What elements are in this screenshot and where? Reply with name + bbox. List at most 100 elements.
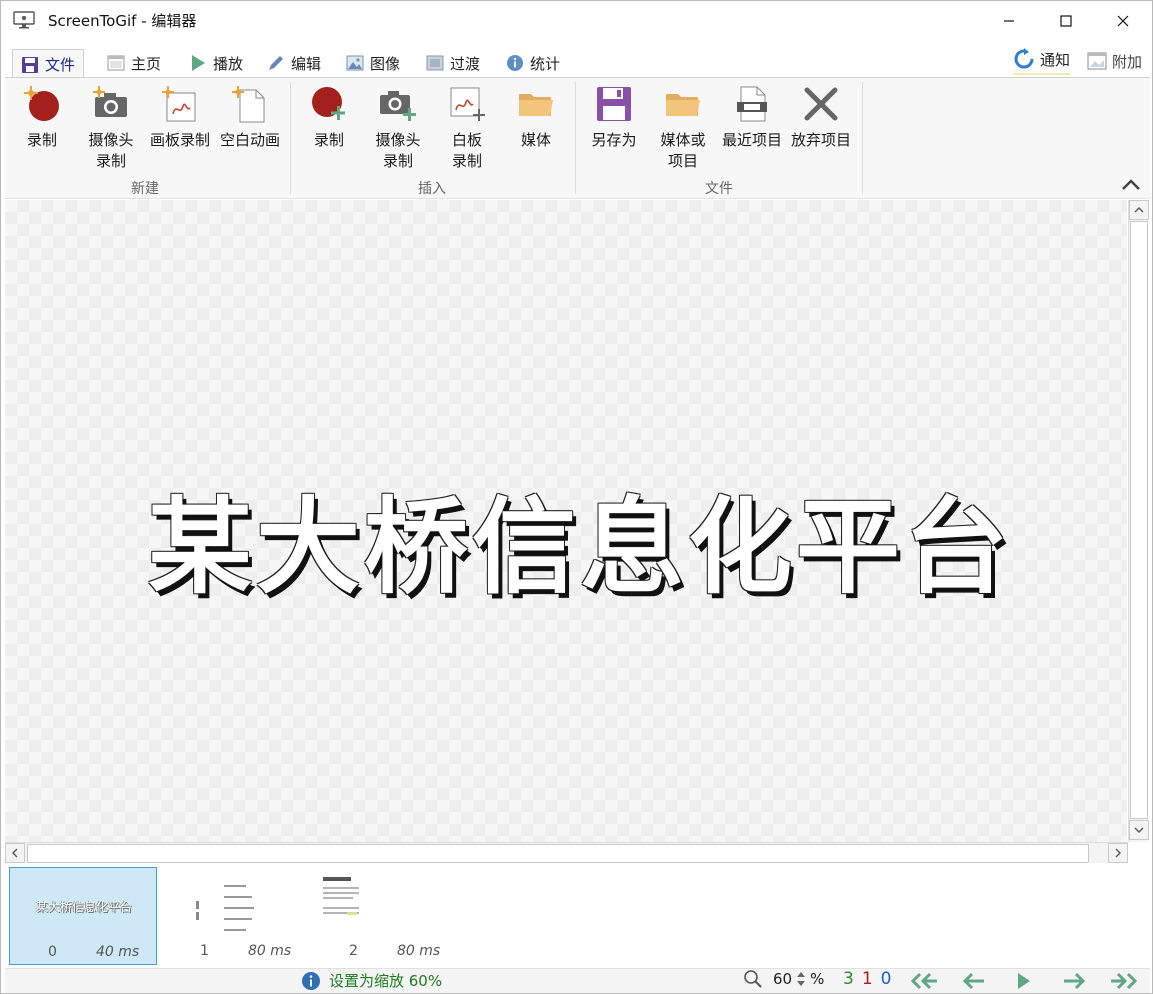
pencil-icon [269, 56, 283, 70]
folder-icon [519, 94, 553, 116]
info-icon [302, 971, 320, 990]
board-add-icon [450, 87, 485, 121]
tab-transitions[interactable]: 过渡 [418, 49, 488, 77]
tab-edit[interactable]: 编辑 [259, 49, 329, 77]
group-separator [862, 82, 863, 194]
frame-text: 某大桥信息化平台 [147, 486, 1012, 608]
zoom-value-input[interactable]: 60 [773, 970, 792, 988]
scroll-down-button[interactable] [1129, 820, 1149, 840]
record-add-icon [312, 87, 345, 120]
tab-playback[interactable]: 播放 [181, 49, 251, 77]
ribbon-tabs: 文件 主页 播放 编辑 图像 过渡 统计 通知 附加 [1, 45, 1152, 79]
play-icon [192, 55, 205, 71]
discard-x-icon [804, 87, 838, 121]
frame-timeline: 某大桥信息化平台 0 40 ms 1 80 ms 2 80 ms [5, 864, 1150, 968]
insert-media-button[interactable]: 媒体 [501, 82, 571, 151]
refresh-icon [1014, 48, 1034, 69]
frame-thumbnail[interactable]: 2 80 ms [311, 867, 459, 965]
tab-home[interactable]: 主页 [99, 49, 169, 77]
tab-label: 文件 [45, 56, 76, 74]
previous-frame-button[interactable] [959, 970, 989, 992]
play-icon [1018, 973, 1030, 989]
save-as-button[interactable]: 另存为 [579, 82, 649, 151]
chevron-down-icon [1134, 827, 1144, 833]
horizontal-scrollbar[interactable] [5, 842, 1128, 863]
new-board-recording-button[interactable]: 画板录制 [145, 82, 215, 151]
extras-icon [1087, 52, 1107, 70]
frame-canvas[interactable]: 某大桥信息化平台 [5, 200, 1127, 842]
button-label: 录制 [26, 131, 57, 149]
recent-file-icon [737, 86, 767, 122]
status-message-text: 设置为缩放 60% [329, 972, 443, 990]
button-label: 录制 [382, 152, 413, 170]
scroll-right-button[interactable] [1108, 843, 1128, 863]
frame-thumbnail[interactable]: 1 80 ms [162, 867, 310, 965]
extras-button[interactable]: 附加 [1087, 47, 1142, 75]
tab-label: 播放 [213, 54, 244, 73]
collapse-ribbon-icon[interactable] [1119, 176, 1143, 194]
button-label: 画板录制 [149, 131, 210, 149]
button-label: 白板 [451, 131, 482, 149]
zoom-stepper-icon[interactable] [796, 969, 806, 989]
button-label: 项目 [667, 152, 698, 170]
chevron-left-icon [12, 848, 18, 858]
new-webcam-recording-button[interactable]: 摄像头 录制 [76, 82, 146, 172]
button-label: 录制 [95, 152, 126, 170]
minimize-icon [1004, 20, 1014, 22]
tab-label: 主页 [131, 54, 162, 73]
play-button[interactable] [1009, 970, 1039, 992]
blank-file-icon [232, 86, 265, 123]
tab-statistics[interactable]: 统计 [498, 49, 568, 77]
double-arrow-left-icon [910, 972, 937, 990]
magnifier-icon [744, 970, 762, 988]
close-button[interactable] [1095, 1, 1151, 41]
insert-webcam-recording-button[interactable]: 摄像头 录制 [363, 82, 433, 172]
new-recording-button[interactable]: 录制 [7, 82, 77, 151]
horizontal-scroll-thumb[interactable] [27, 844, 1089, 863]
tab-label: 图像 [370, 54, 401, 73]
last-frame-button[interactable] [1109, 970, 1139, 992]
vertical-scrollbar[interactable] [1128, 200, 1149, 842]
double-arrow-right-icon [1111, 972, 1138, 990]
button-label: 另存为 [591, 131, 637, 149]
button-label: 录制 [451, 152, 482, 170]
first-frame-button[interactable] [909, 970, 939, 992]
scroll-left-button[interactable] [5, 843, 25, 863]
frame-number: 2 [349, 943, 358, 959]
load-media-or-project-button[interactable]: 媒体或 项目 [648, 82, 718, 172]
frame-thumbnail[interactable]: 某大桥信息化平台 0 40 ms [9, 867, 157, 965]
save-icon [597, 87, 631, 121]
chevron-up-icon [1134, 207, 1144, 213]
close-icon [1117, 15, 1129, 27]
notifications-button[interactable]: 通知 [1013, 47, 1071, 75]
scroll-up-button[interactable] [1129, 200, 1149, 220]
editor-window: ScreenToGif - 编辑器 文件 主页 播放 编辑 图像 过渡 统计 通… [0, 0, 1153, 994]
tab-label: 编辑 [291, 54, 322, 73]
button-label: 媒体或 [660, 131, 706, 149]
board-icon [162, 86, 196, 122]
group-label-insert: 插入 [418, 181, 446, 197]
vertical-scroll-thumb[interactable] [1130, 221, 1148, 819]
save-icon [22, 56, 38, 73]
next-frame-button[interactable] [1059, 970, 1089, 992]
button-label: 录制 [313, 131, 344, 149]
status-message: 设置为缩放 60% [301, 970, 442, 991]
insert-recording-button[interactable]: 录制 [294, 82, 364, 151]
minimize-button[interactable] [981, 1, 1037, 41]
new-blank-animation-button[interactable]: 空白动画 [215, 82, 285, 151]
app-icon [13, 11, 35, 29]
discard-project-button[interactable]: 放弃项目 [786, 82, 856, 151]
camera-add-icon [380, 91, 416, 121]
arrow-right-icon [1064, 972, 1086, 990]
current-frame-index: 0 [880, 969, 892, 989]
tab-label: 过渡 [450, 54, 481, 73]
info-icon [507, 55, 523, 71]
title-bar: ScreenToGif - 编辑器 [1, 1, 1152, 41]
insert-board-recording-button[interactable]: 白板 录制 [432, 82, 502, 172]
tab-image[interactable]: 图像 [338, 49, 408, 77]
maximize-button[interactable] [1038, 1, 1094, 41]
recent-projects-button[interactable]: 最近项目 [717, 82, 787, 151]
frame-delay: 80 ms [397, 943, 441, 959]
selected-frames-count: 1 [861, 969, 873, 989]
tab-file[interactable]: 文件 [12, 49, 85, 79]
